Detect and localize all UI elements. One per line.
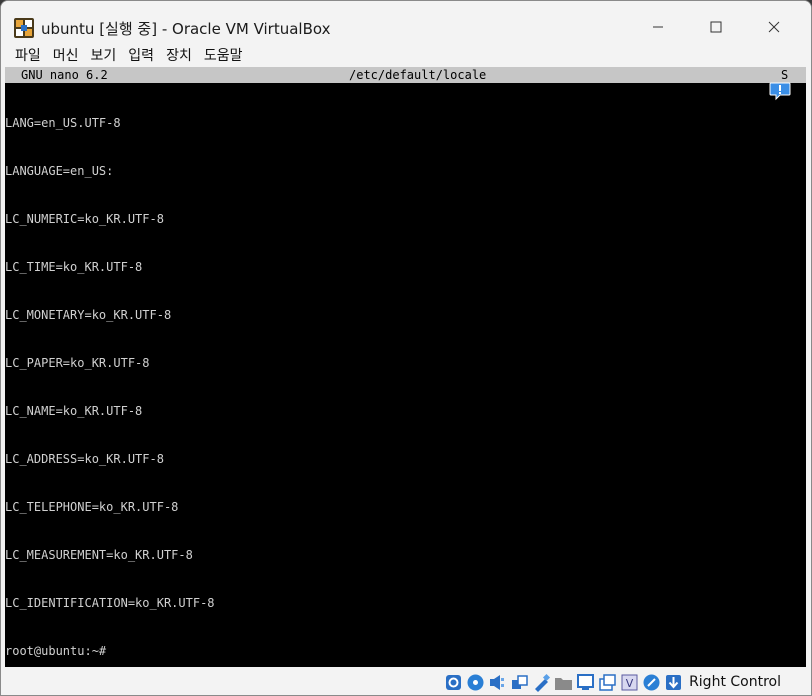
shared-folders-icon[interactable] [554,673,573,692]
status-indicators: V [444,673,683,692]
file-line: LC_NAME=ko_KR.UTF-8 [5,404,143,418]
guest-console[interactable]: GNU nano 6.2 /etc/default/locale S LANG=… [5,67,806,667]
menu-view[interactable]: 보기 [85,45,123,67]
file-line: LC_MONETARY=ko_KR.UTF-8 [5,308,172,322]
network-icon[interactable] [510,673,529,692]
virtualbox-window: ubuntu [실행 중] - Oracle VM VirtualBox 파일 … [0,0,812,696]
minimize-button[interactable] [635,9,681,45]
file-line: LC_PAPER=ko_KR.UTF-8 [5,356,150,370]
nano-filename: /etc/default/locale [349,68,487,82]
usb-icon[interactable] [532,673,551,692]
file-line: LC_TELEPHONE=ko_KR.UTF-8 [5,500,179,514]
notification-icon[interactable] [769,81,791,101]
nano-version: GNU nano 6.2 [21,68,108,82]
virtualbox-app-icon [14,18,34,38]
window-title: ubuntu [실행 중] - Oracle VM VirtualBox [41,20,331,38]
menu-input[interactable]: 입력 [122,45,160,67]
hard-disk-icon[interactable] [444,673,463,692]
close-icon [768,21,780,33]
maximize-button[interactable] [693,9,739,45]
file-line: LC_ADDRESS=ko_KR.UTF-8 [5,452,164,466]
display-icon[interactable] [576,673,595,692]
optical-drive-icon[interactable] [466,673,485,692]
maximize-icon [710,21,722,33]
file-line: LANGUAGE=en_US: [5,164,114,178]
close-button[interactable] [751,9,797,45]
svg-text:V: V [626,677,634,690]
shell-prompt: root@ubuntu:~# [5,644,107,658]
nano-title-bar: GNU nano 6.2 /etc/default/locale S [5,67,806,83]
virtualization-icon[interactable]: V [620,673,639,692]
file-line: LC_NUMERIC=ko_KR.UTF-8 [5,212,164,226]
menu-machine[interactable]: 머신 [47,45,85,67]
file-line: LC_IDENTIFICATION=ko_KR.UTF-8 [5,596,215,610]
file-line: LANG=en_US.UTF-8 [5,116,121,130]
menu-devices[interactable]: 장치 [160,45,198,67]
audio-icon[interactable] [488,673,507,692]
menu-bar: 파일 머신 보기 입력 장치 도움말 [1,45,811,67]
keyboard-capture-icon[interactable] [664,673,683,692]
host-key-label: Right Control [689,674,781,690]
file-content[interactable]: LANG=en_US.UTF-8 LANGUAGE=en_US: LC_NUME… [5,83,806,643]
file-line: LC_MEASUREMENT=ko_KR.UTF-8 [5,548,193,562]
mouse-integration-icon[interactable] [642,673,661,692]
menu-file[interactable]: 파일 [9,45,47,67]
minimize-icon [653,26,663,28]
recording-icon[interactable] [598,673,617,692]
file-line: LC_TIME=ko_KR.UTF-8 [5,260,143,274]
status-bar: V Right Control [1,667,811,695]
menu-help[interactable]: 도움말 [198,45,249,67]
title-bar[interactable]: ubuntu [실행 중] - Oracle VM VirtualBox [1,1,811,45]
